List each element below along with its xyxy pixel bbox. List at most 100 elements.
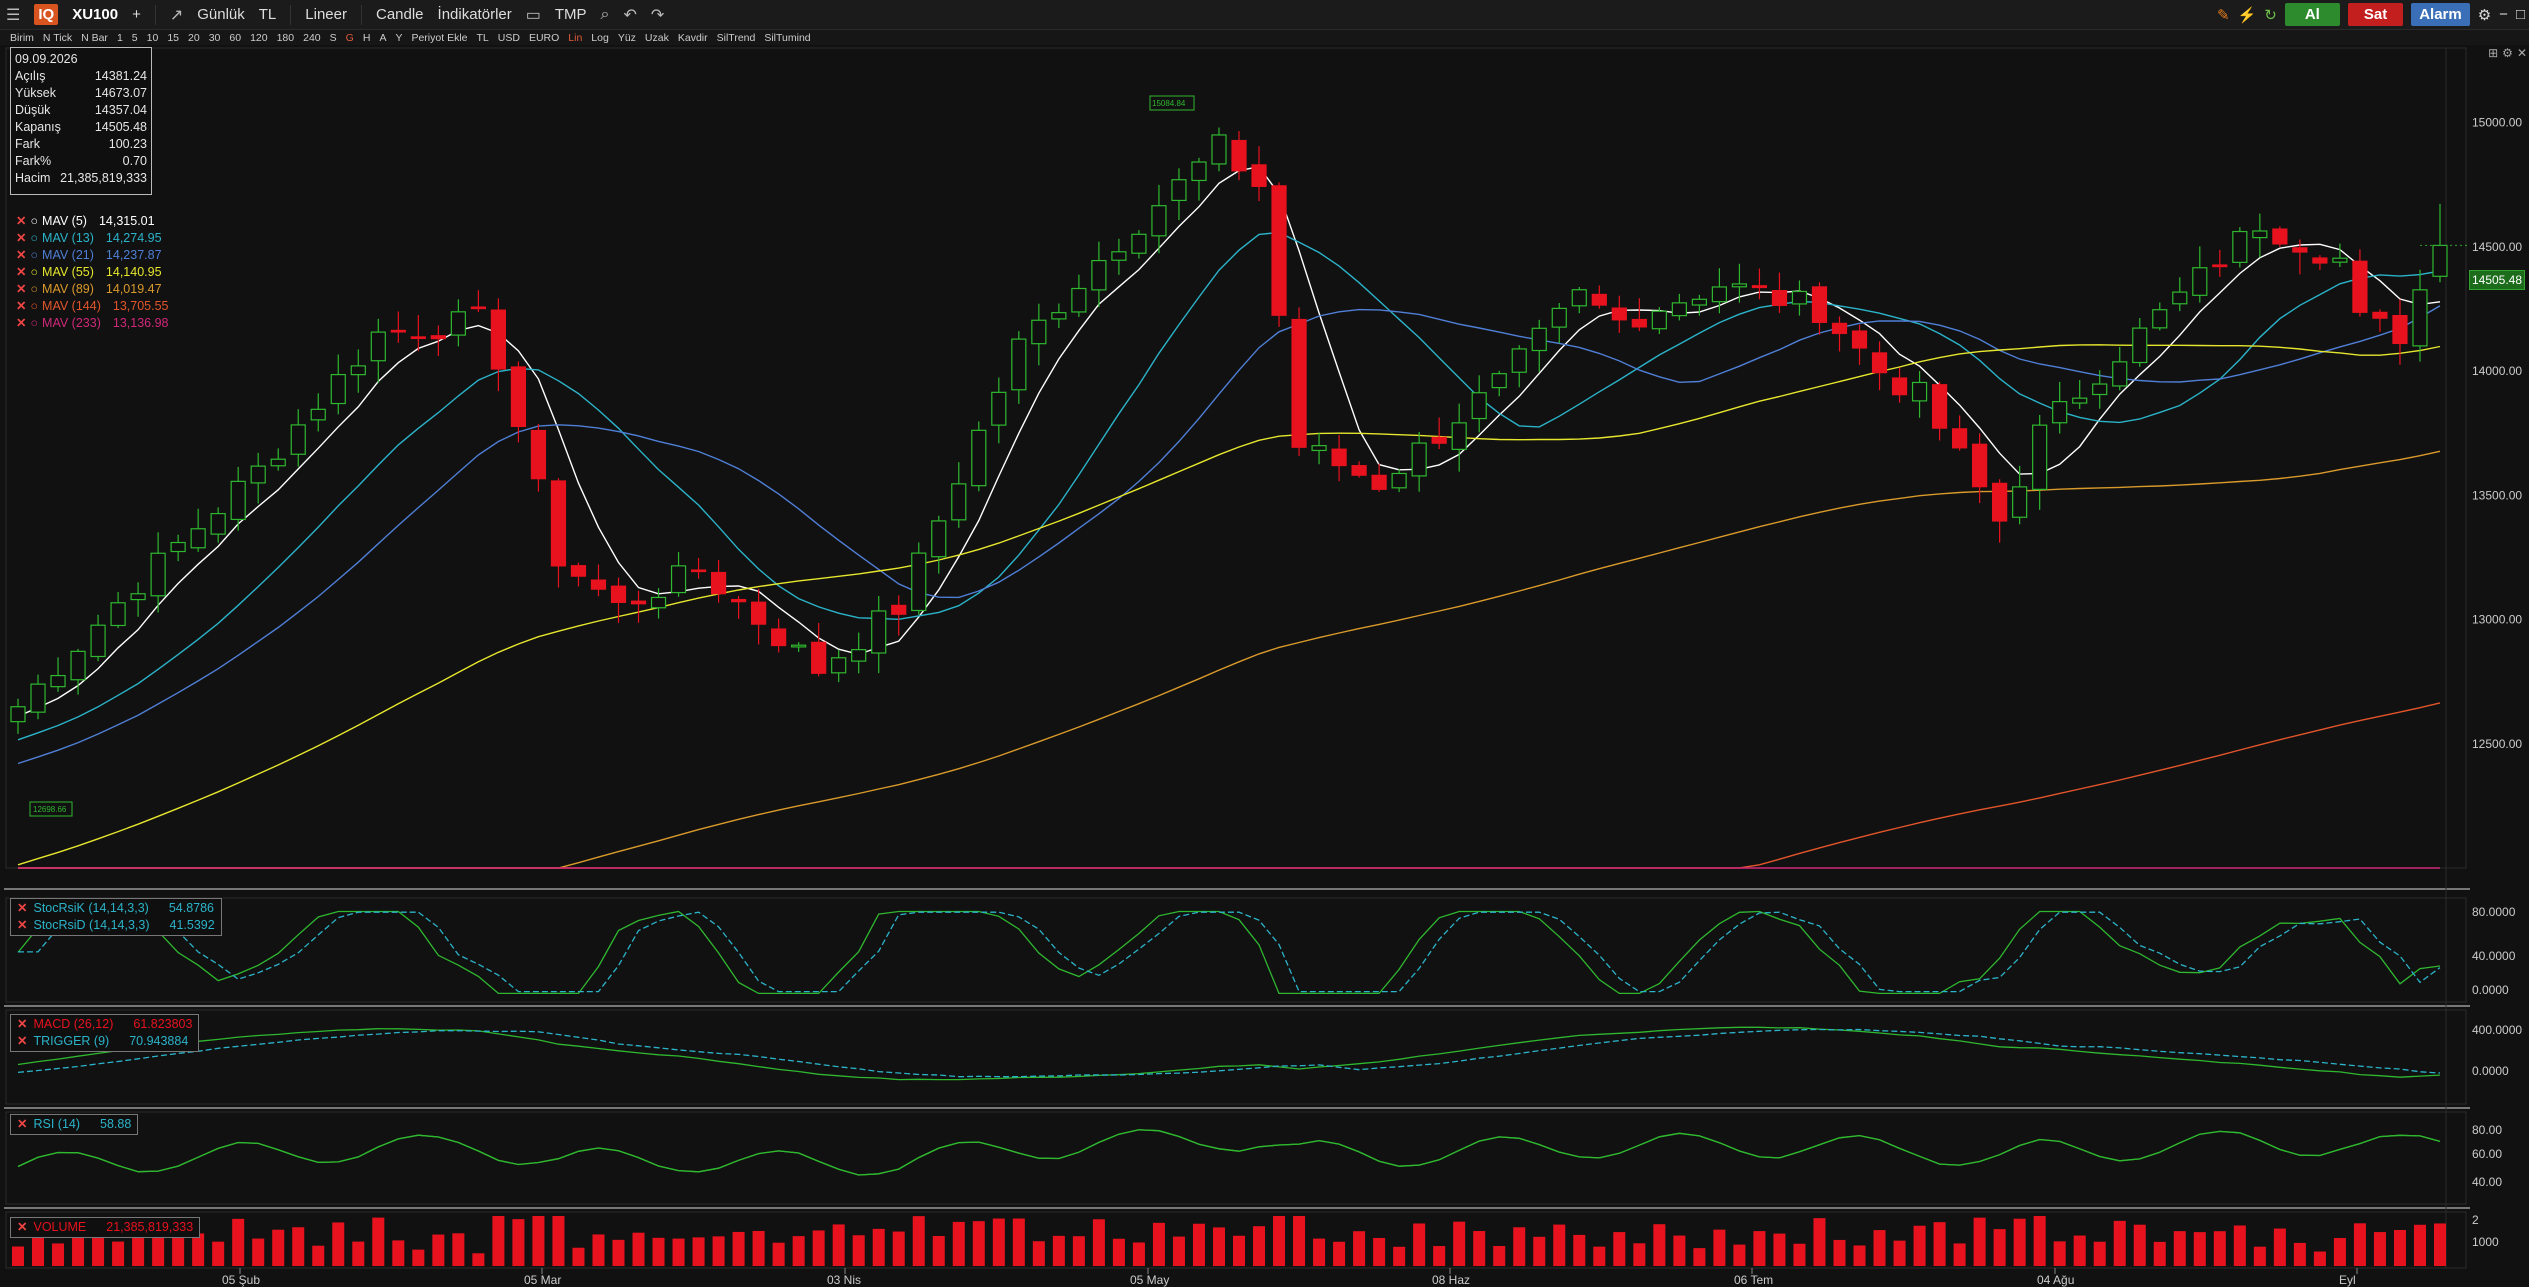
volume-bar [2313, 1251, 2326, 1266]
chart-canvas[interactable]: 15000.00 14500.00 14000.00 13500.00 13000.00… [0, 0, 2529, 1287]
candle-body [1431, 436, 1447, 444]
remove-icon[interactable]: ✕ [16, 247, 26, 264]
remove-icon[interactable]: ✕ [17, 1033, 27, 1050]
candle-body [70, 650, 86, 681]
candle-body [470, 306, 486, 310]
volume-bar [1653, 1224, 1666, 1266]
price-axis-label: 14500.00 [2472, 240, 2522, 254]
candle-body [851, 649, 867, 662]
crosshair-icon[interactable]: ⊞ [2488, 46, 2498, 60]
volume-legend: ✕ VOLUME 21,385,819,333 [10, 1217, 201, 1238]
oscillator-signal-line [18, 911, 2441, 993]
candle-body [490, 309, 507, 370]
close-icon[interactable]: ✕ [2517, 46, 2527, 60]
remove-icon[interactable]: ✕ [16, 315, 26, 332]
volume-bar [2113, 1220, 2126, 1266]
volume-bar [532, 1216, 545, 1266]
macd-label: MACD (26,12) [33, 1017, 114, 1031]
sub-axis-label: 80.0000 [2472, 905, 2516, 919]
low-annotation: 12698.66 [33, 805, 67, 814]
volume-bar [312, 1245, 325, 1266]
candle-body [871, 610, 887, 654]
candle-body [710, 571, 727, 595]
visibility-icon[interactable]: ○ [30, 213, 38, 230]
candle-body [2212, 264, 2228, 268]
stoch-d-value: 41.5392 [169, 918, 215, 932]
volume-bar [2053, 1241, 2066, 1266]
remove-icon[interactable]: ✕ [16, 281, 26, 298]
price-axis-label: 14000.00 [2472, 364, 2522, 378]
oscillator-line [17, 1129, 2441, 1176]
volume-bar [1112, 1238, 1125, 1266]
candle-body [931, 520, 947, 558]
candle-body [1071, 287, 1087, 313]
volume-bar [1152, 1222, 1165, 1266]
volume-bar [1793, 1243, 1806, 1266]
volume-bar [432, 1234, 445, 1266]
remove-icon[interactable]: ✕ [16, 230, 26, 247]
volume-bar [272, 1229, 285, 1266]
volume-bar [1973, 1217, 1986, 1266]
volume-bar [2433, 1223, 2446, 1266]
volume-bar [2093, 1241, 2106, 1266]
visibility-icon[interactable]: ○ [30, 298, 38, 315]
remove-icon[interactable]: ✕ [17, 1219, 27, 1236]
panel-frame [5, 1009, 2467, 1105]
volume-bar [1873, 1230, 1886, 1266]
ohlc-value: 21,385,819,333 [60, 171, 147, 185]
visibility-icon[interactable]: ○ [30, 247, 38, 264]
visibility-icon[interactable]: ○ [30, 315, 38, 332]
candle-body [2052, 401, 2068, 424]
volume-bar [1192, 1223, 1205, 1266]
candle-body [130, 593, 146, 601]
time-axis-label: 03 Nis [827, 1273, 861, 1287]
ma-label: MAV (233) [42, 316, 101, 330]
candle-body [1571, 289, 1587, 307]
candle-body [1651, 310, 1667, 330]
ma-label: MAV (21) [42, 248, 94, 262]
settings-icon[interactable]: ⚙ [2502, 46, 2513, 60]
candle-body [310, 408, 326, 421]
ohlc-value: 14673.07 [94, 86, 147, 100]
candle-body [430, 335, 446, 340]
oscillator-line [17, 1026, 2441, 1081]
remove-icon[interactable]: ✕ [17, 1116, 27, 1133]
volume-bar [1433, 1246, 1446, 1266]
visibility-icon[interactable]: ○ [30, 264, 38, 281]
remove-icon[interactable]: ✕ [17, 917, 27, 934]
candle-body [771, 628, 787, 647]
time-axis-label: 05 Mar [524, 1273, 561, 1287]
volume-bar [1072, 1236, 1085, 1266]
candle-body [170, 541, 186, 553]
candle-body [2292, 247, 2308, 253]
candle-body [1191, 161, 1207, 182]
volume-bar [1413, 1223, 1426, 1266]
volume-bar [1353, 1231, 1366, 1266]
sub-axis-label: 40.0000 [2472, 949, 2516, 963]
candle-body [1731, 283, 1748, 288]
chart-controls: ⊞ ⚙ ✕ [2488, 46, 2527, 60]
remove-icon[interactable]: ✕ [17, 1016, 27, 1033]
oscillator-signal-line [17, 1129, 2441, 1176]
visibility-icon[interactable]: ○ [30, 281, 38, 298]
volume-bar [1673, 1235, 1686, 1266]
ohlc-key: Düşük [15, 103, 51, 117]
volume-bar [2413, 1224, 2426, 1266]
ma-value: 14,274.95 [105, 231, 162, 245]
volume-bar [612, 1239, 625, 1266]
ma-value: 14,140.95 [105, 265, 162, 279]
volume-bar [992, 1218, 1005, 1266]
candle-body [230, 480, 246, 521]
remove-icon[interactable]: ✕ [16, 264, 26, 281]
sub-axis-label: 0.0000 [2472, 1064, 2509, 1078]
rsi-legend: ✕ RSI (14) 58.88 [10, 1114, 139, 1135]
visibility-icon[interactable]: ○ [30, 230, 38, 247]
remove-icon[interactable]: ✕ [17, 900, 27, 917]
ma-label: MAV (5) [42, 214, 87, 228]
remove-icon[interactable]: ✕ [16, 298, 26, 315]
remove-icon[interactable]: ✕ [16, 213, 26, 230]
volume-bar [2073, 1235, 2086, 1266]
last-price-badge: 14505.48 [2469, 270, 2525, 290]
volume-bar [472, 1253, 485, 1266]
ohlc-key: Açılış [15, 69, 46, 83]
